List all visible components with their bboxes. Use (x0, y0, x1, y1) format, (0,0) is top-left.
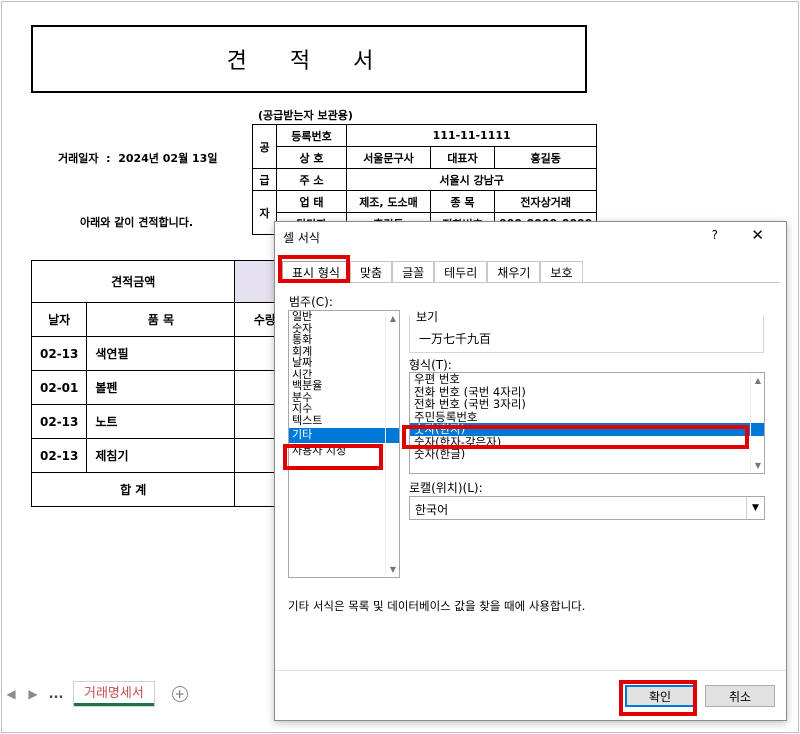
prev-sheet-icon[interactable]: ◀ (0, 687, 22, 701)
cell[interactable]: 상 호 (276, 146, 347, 169)
cell[interactable]: 볼펜 (86, 370, 236, 405)
category-item-selected[interactable]: 기타 (289, 428, 399, 443)
cell[interactable]: 02-13 (30, 404, 88, 439)
more-sheets-button[interactable]: ... (44, 687, 68, 702)
cell[interactable]: 주 소 (276, 168, 347, 191)
add-sheet-icon[interactable]: + (171, 686, 188, 702)
amount-label-cell[interactable]: 견적금액 (30, 260, 236, 303)
cell[interactable]: 노트 (86, 404, 236, 439)
category-item[interactable]: 날짜 (289, 357, 399, 369)
category-item[interactable]: 지수 (289, 403, 399, 415)
supplier-side-label: 급 (252, 168, 277, 191)
table-row: 02-13 노트 (30, 404, 296, 439)
cell[interactable]: 등록번호 (276, 124, 347, 147)
recipient-note: (공급받는자 보관용) (258, 109, 353, 122)
quote-table: 견적금액 날자 품 목 수량 02-13 색연필 02-01 볼펜 02-13 … (30, 260, 296, 507)
format-item[interactable]: 전화 번호 (국번 3자리) (410, 398, 764, 411)
format-item[interactable]: 숫자(한글) (410, 448, 764, 461)
cell[interactable]: 서울문구사 (346, 146, 431, 169)
cell[interactable]: 대표자 (430, 146, 495, 169)
help-icon[interactable]: ? (712, 228, 718, 242)
tab-border[interactable]: 테두리 (434, 261, 488, 282)
cell[interactable]: 홍길동 (493, 146, 598, 169)
tab-fill[interactable]: 채우기 (487, 261, 541, 282)
sheet-tab-bar: ◀ ▶ ... 거래명세서 + (0, 682, 285, 706)
cell[interactable]: 02-01 (30, 370, 88, 405)
table-row: 02-13 제침기 (30, 438, 296, 473)
format-list[interactable]: 우편 번호 전화 번호 (국번 4자리) 전화 번호 (국번 3자리) 주민등록… (409, 372, 765, 474)
cell[interactable]: 02-13 (30, 438, 88, 473)
scroll-down-icon[interactable]: ▼ (390, 565, 396, 574)
preview-value: 一万七千九百 (419, 332, 492, 346)
locale-value: 한국어 (415, 503, 449, 517)
format-label: 형식(T): (409, 358, 452, 372)
dialog-tabs: 표시 형식 맞춤 글꼴 테두리 채우기 보호 (282, 261, 583, 283)
scroll-up-icon[interactable]: ▲ (755, 376, 761, 385)
format-scrollbar[interactable]: ▲ ▼ (750, 373, 764, 473)
statement-text: 아래와 같이 견적합니다. (80, 216, 194, 229)
next-sheet-icon[interactable]: ▶ (22, 687, 44, 701)
chevron-down-icon[interactable]: ▼ (746, 497, 764, 519)
document-title: 견 적 서 (31, 25, 587, 93)
format-item[interactable]: 우편 번호 (410, 373, 764, 386)
locale-label: 로캘(위치)(L): (409, 481, 483, 495)
tab-number[interactable]: 표시 형식 (282, 261, 350, 283)
category-label: 범주(C): (289, 295, 333, 309)
cell[interactable]: 111-11-1111 (345, 124, 598, 147)
tab-divider (280, 282, 780, 283)
category-item[interactable]: 통화 (289, 334, 399, 346)
ok-button[interactable]: 확인 (625, 685, 695, 707)
category-item[interactable]: 텍스트 (289, 415, 399, 427)
header-cell[interactable]: 품 목 (86, 302, 236, 337)
cell[interactable]: 종 목 (430, 190, 495, 213)
cell[interactable]: 02-13 (30, 336, 88, 371)
tab-protection[interactable]: 보호 (540, 261, 583, 282)
tab-alignment[interactable]: 맞춤 (349, 261, 393, 282)
cell[interactable]: 서울시 강남구 (345, 168, 598, 191)
preview-label: 보기 (416, 310, 439, 324)
table-row: 02-01 볼펜 (30, 370, 296, 405)
trade-date: 거래일자 : 2024년 02월 13일 (58, 152, 218, 165)
close-icon[interactable]: ✕ (751, 226, 764, 244)
cell[interactable]: 전자상거래 (493, 190, 598, 213)
supplier-table: 공 등록번호 111-11-1111 상 호 서울문구사 대표자 홍길동 급 주… (252, 124, 598, 235)
cell[interactable]: 제조, 도소매 (346, 190, 431, 213)
cancel-button[interactable]: 취소 (705, 685, 775, 707)
table-row: 02-13 색연필 (30, 336, 296, 371)
supplier-side-label: 자 (252, 190, 277, 235)
cell[interactable]: 제침기 (86, 438, 236, 473)
category-item[interactable]: 일반 (289, 311, 399, 323)
category-description: 기타 서식은 목록 및 데이터베이스 값을 찾을 때에 사용합니다. (288, 599, 586, 613)
total-label-cell[interactable]: 합 계 (30, 472, 236, 507)
cell[interactable]: 색연필 (86, 336, 236, 371)
locale-select[interactable]: 한국어 ▼ (409, 496, 765, 520)
scroll-down-icon[interactable]: ▼ (755, 461, 761, 470)
category-item[interactable]: 사용자 지정 (289, 445, 399, 457)
category-scrollbar[interactable]: ▲ ▼ (385, 311, 399, 577)
scroll-up-icon[interactable]: ▲ (390, 314, 396, 323)
supplier-side-label: 공 (252, 124, 277, 169)
header-cell[interactable]: 날자 (30, 302, 88, 337)
tab-font[interactable]: 글꼴 (392, 261, 435, 282)
category-list[interactable]: 일반 숫자 통화 회계 날짜 시간 백분율 분수 지수 텍스트 기타 사용자 지… (288, 310, 400, 578)
dialog-title: 셀 서식 (283, 231, 320, 245)
category-item[interactable]: 백분율 (289, 380, 399, 392)
sheet-tab-active[interactable]: 거래명세서 (74, 682, 154, 706)
footer-divider (275, 670, 786, 671)
format-item-selected[interactable]: 숫자(한자) (410, 423, 764, 436)
format-cells-dialog: 셀 서식 ? ✕ 표시 형식 맞춤 글꼴 테두리 채우기 보호 범주(C): 일… (274, 221, 787, 721)
cell[interactable]: 업 태 (276, 190, 347, 213)
